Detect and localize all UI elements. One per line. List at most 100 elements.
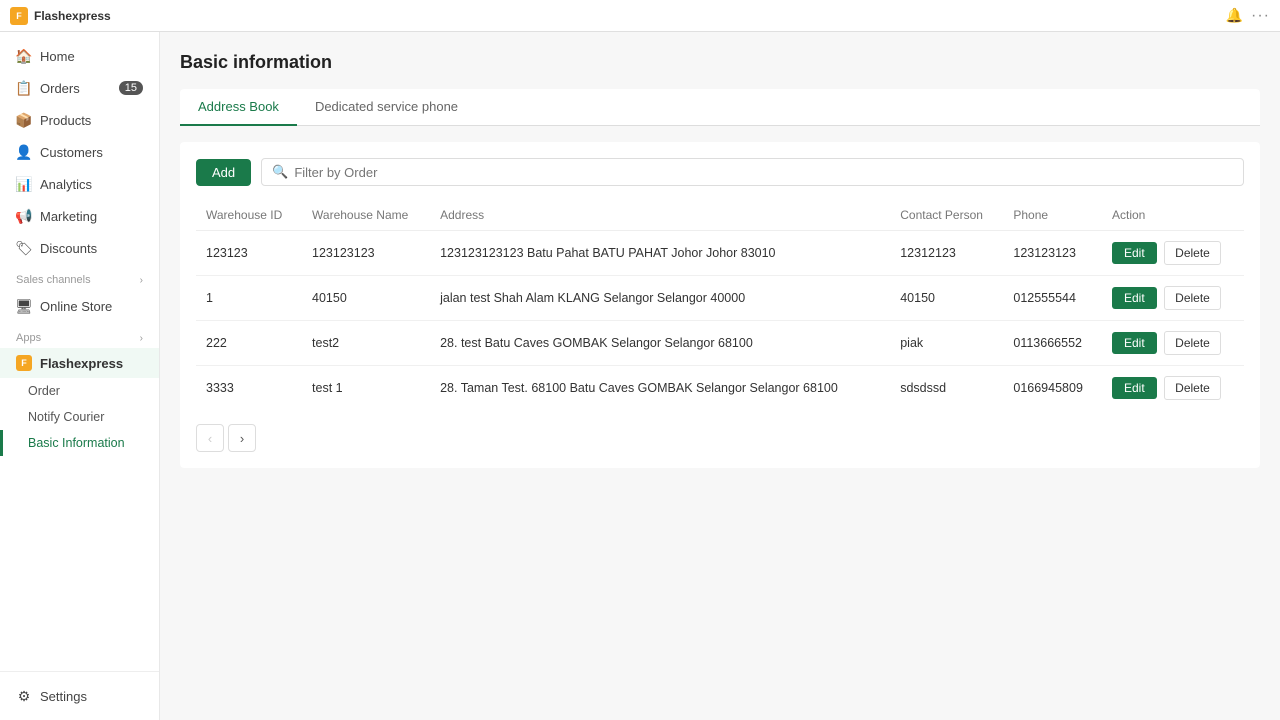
prev-page-button[interactable]: ‹ — [196, 424, 224, 452]
cell-warehouse-id: 3333 — [196, 366, 302, 411]
edit-button[interactable]: Edit — [1112, 242, 1157, 264]
sidebar-sub-notify-courier[interactable]: Notify Courier — [0, 404, 159, 430]
warehouse-table: Warehouse ID Warehouse Name Address Cont… — [196, 200, 1244, 410]
sidebar-bottom: ⚙ Settings — [0, 671, 159, 720]
sidebar-item-products[interactable]: 📦 Products — [0, 104, 159, 136]
topbar-actions: 🔔 ··· — [1226, 7, 1270, 25]
cell-contact-person: piak — [890, 321, 1003, 366]
tab-address-book[interactable]: Address Book — [180, 89, 297, 126]
cell-address: 123123123123 Batu Pahat BATU PAHAT Johor… — [430, 231, 890, 276]
sidebar-sub-basic-information[interactable]: Basic Information — [0, 430, 159, 456]
sidebar-sub-notify-courier-label: Notify Courier — [28, 410, 104, 424]
cell-address: 28. Taman Test. 68100 Batu Caves GOMBAK … — [430, 366, 890, 411]
cell-warehouse-id: 123123 — [196, 231, 302, 276]
marketing-icon: 📢 — [16, 208, 32, 224]
sidebar-nav: 🏠 Home 📋 Orders 15 📦 Products 👤 Customer… — [0, 32, 159, 671]
customers-icon: 👤 — [16, 144, 32, 160]
table-row: 123123 123123123 123123123123 Batu Pahat… — [196, 231, 1244, 276]
sidebar: 🏠 Home 📋 Orders 15 📦 Products 👤 Customer… — [0, 32, 160, 720]
col-warehouse-name: Warehouse Name — [302, 200, 430, 231]
delete-button[interactable]: Delete — [1164, 331, 1221, 355]
next-page-button[interactable]: › — [228, 424, 256, 452]
cell-warehouse-name: 123123123 — [302, 231, 430, 276]
col-contact-person: Contact Person — [890, 200, 1003, 231]
sidebar-item-home-label: Home — [40, 49, 75, 64]
cell-phone: 123123123 — [1003, 231, 1102, 276]
app-logo: F — [10, 7, 28, 25]
sidebar-item-flashexpress[interactable]: F Flashexpress — [0, 348, 159, 378]
cell-warehouse-id: 1 — [196, 276, 302, 321]
table-toolbar: Add 🔍 — [196, 158, 1244, 186]
flashexpress-label: Flashexpress — [40, 356, 123, 371]
sidebar-item-online-store[interactable]: 🖥 Online Store — [0, 290, 159, 322]
sidebar-sub-basic-information-label: Basic Information — [28, 436, 125, 450]
sidebar-item-customers[interactable]: 👤 Customers — [0, 136, 159, 168]
cell-warehouse-name: test 1 — [302, 366, 430, 411]
cell-address: 28. test Batu Caves GOMBAK Selangor Sela… — [430, 321, 890, 366]
apps-chevron[interactable]: › — [140, 333, 143, 344]
cell-address: jalan test Shah Alam KLANG Selangor Sela… — [430, 276, 890, 321]
col-action: Action — [1102, 200, 1244, 231]
col-phone: Phone — [1003, 200, 1102, 231]
topbar-brand: F Flashexpress — [10, 7, 111, 25]
edit-button[interactable]: Edit — [1112, 287, 1157, 309]
more-options-icon[interactable]: ··· — [1251, 7, 1270, 25]
table-header: Warehouse ID Warehouse Name Address Cont… — [196, 200, 1244, 231]
settings-icon: ⚙ — [16, 688, 32, 704]
apps-section: Apps › — [0, 322, 159, 348]
orders-badge: 15 — [119, 81, 143, 95]
main-content: Basic information Address Book Dedicated… — [160, 32, 1280, 720]
page-title: Basic information — [180, 52, 1260, 73]
topbar: F Flashexpress 🔔 ··· — [0, 0, 1280, 32]
tab-dedicated-service-phone[interactable]: Dedicated service phone — [297, 89, 476, 126]
cell-phone: 012555544 — [1003, 276, 1102, 321]
search-box: 🔍 — [261, 158, 1244, 186]
delete-button[interactable]: Delete — [1164, 241, 1221, 265]
orders-icon: 📋 — [16, 80, 32, 96]
add-button[interactable]: Add — [196, 159, 251, 186]
search-icon: 🔍 — [272, 164, 288, 180]
sidebar-item-settings[interactable]: ⚙ Settings — [0, 680, 159, 712]
sidebar-item-discounts[interactable]: 🏷 Discounts — [0, 232, 159, 264]
cell-contact-person: 40150 — [890, 276, 1003, 321]
sidebar-item-orders-label: Orders — [40, 81, 80, 96]
sidebar-item-analytics-label: Analytics — [40, 177, 92, 192]
sidebar-item-products-label: Products — [40, 113, 91, 128]
analytics-icon: 📊 — [16, 176, 32, 192]
home-icon: 🏠 — [16, 48, 32, 64]
sidebar-item-home[interactable]: 🏠 Home — [0, 40, 159, 72]
search-input[interactable] — [294, 165, 1233, 180]
sidebar-item-settings-label: Settings — [40, 689, 87, 704]
tabs: Address Book Dedicated service phone — [180, 89, 1260, 126]
sidebar-item-analytics[interactable]: 📊 Analytics — [0, 168, 159, 200]
sidebar-sub-order[interactable]: Order — [0, 378, 159, 404]
delete-button[interactable]: Delete — [1164, 376, 1221, 400]
cell-action: Edit Delete — [1102, 366, 1244, 411]
sidebar-item-discounts-label: Discounts — [40, 241, 97, 256]
col-address: Address — [430, 200, 890, 231]
app-name: Flashexpress — [34, 9, 111, 23]
online-store-icon: 🖥 — [16, 298, 32, 314]
delete-button[interactable]: Delete — [1164, 286, 1221, 310]
sidebar-item-marketing[interactable]: 📢 Marketing — [0, 200, 159, 232]
sales-channels-chevron[interactable]: › — [140, 275, 143, 286]
cell-warehouse-name: test2 — [302, 321, 430, 366]
col-warehouse-id: Warehouse ID — [196, 200, 302, 231]
flashexpress-icon: F — [16, 355, 32, 371]
cell-contact-person: 12312123 — [890, 231, 1003, 276]
edit-button[interactable]: Edit — [1112, 332, 1157, 354]
cell-warehouse-id: 222 — [196, 321, 302, 366]
cell-phone: 0113666552 — [1003, 321, 1102, 366]
edit-button[interactable]: Edit — [1112, 377, 1157, 399]
pagination: ‹ › — [196, 424, 1244, 452]
table-row: 222 test2 28. test Batu Caves GOMBAK Sel… — [196, 321, 1244, 366]
cell-action: Edit Delete — [1102, 321, 1244, 366]
table-row: 1 40150 jalan test Shah Alam KLANG Selan… — [196, 276, 1244, 321]
cell-warehouse-name: 40150 — [302, 276, 430, 321]
cell-contact-person: sdsdssd — [890, 366, 1003, 411]
content-card: Add 🔍 Warehouse ID Warehouse Name Addres… — [180, 142, 1260, 468]
bell-icon[interactable]: 🔔 — [1226, 7, 1243, 24]
sidebar-item-online-store-label: Online Store — [40, 299, 112, 314]
products-icon: 📦 — [16, 112, 32, 128]
sidebar-item-orders[interactable]: 📋 Orders 15 — [0, 72, 159, 104]
